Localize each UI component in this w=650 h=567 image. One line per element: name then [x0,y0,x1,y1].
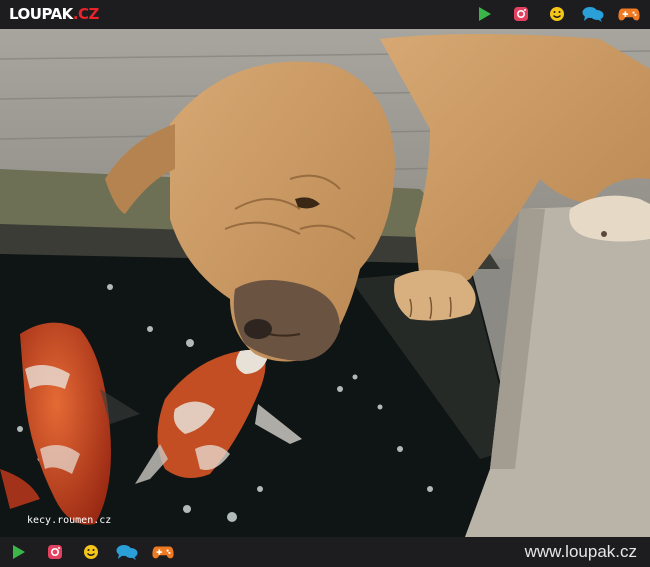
gamepad-icon[interactable] [618,4,640,24]
chat-icon[interactable] [116,542,138,562]
gamepad-icon[interactable] [152,542,174,562]
photo-watermark-caption: kecy.roumen.cz [27,515,112,526]
site-logo[interactable]: LOUPAK.CZ [9,5,99,24]
dog-and-koi-illustration [0,29,650,537]
chat-icon[interactable] [582,4,604,24]
smiley-icon[interactable] [546,4,568,24]
instagram-icon[interactable] [44,542,66,562]
play-icon[interactable] [8,542,30,562]
post-photo: kecy.roumen.cz [0,29,650,537]
logo-text: LOUPAK [9,5,73,23]
instagram-icon[interactable] [510,4,532,24]
play-icon[interactable] [474,4,496,24]
bottom-nav-icons [8,542,174,562]
smiley-icon[interactable] [80,542,102,562]
site-url-link[interactable]: www.loupak.cz [525,542,637,562]
logo-accent-text: .CZ [72,5,100,23]
top-nav-icons [474,4,640,24]
